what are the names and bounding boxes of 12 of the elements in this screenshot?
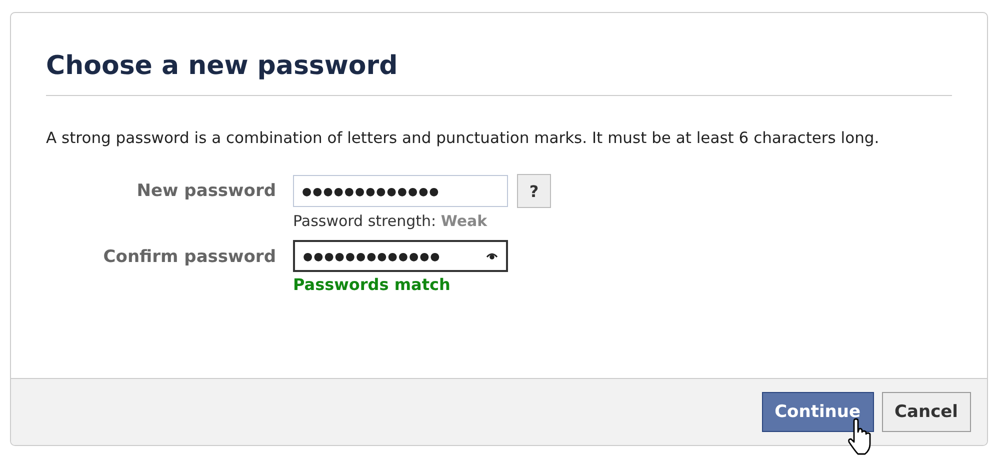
eye-icon[interactable] [486, 252, 498, 260]
password-field[interactable]: ●●●●●●●●●●●●● [293, 240, 508, 272]
continue-button[interactable]: Continue [762, 392, 874, 432]
strength-text: Password strength: Weak [293, 211, 488, 232]
dialog-title: Choose a new password [46, 51, 952, 96]
field-label: Confirm password [103, 246, 276, 269]
description-text: A strong password is a combination of letters and punctuation marks. It must be at least 6 characters long. [46, 128, 880, 149]
match-message: Passwords match [293, 274, 452, 296]
cancel-button[interactable]: Cancel [882, 392, 971, 432]
help-button[interactable]: ? [517, 174, 551, 208]
field-label: New password [136, 180, 276, 203]
password-field[interactable]: ●●●●●●●●●●●●● [293, 175, 508, 207]
